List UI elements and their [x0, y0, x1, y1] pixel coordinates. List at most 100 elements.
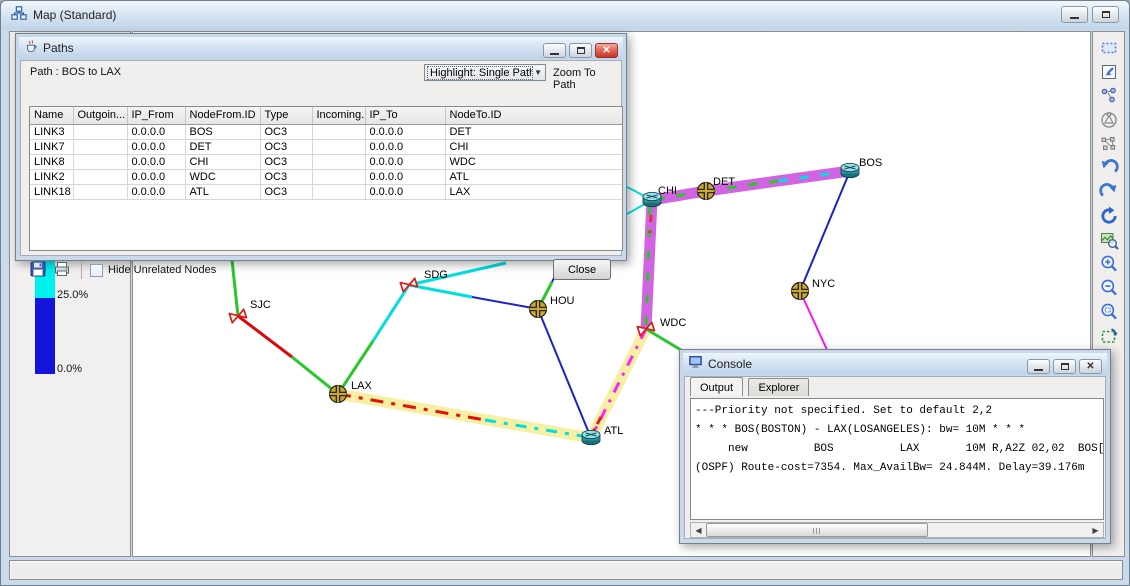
table-row[interactable]: LINK30.0.0.0BOSOC30.0.0.0DET [30, 124, 623, 139]
node-ATL[interactable] [582, 430, 600, 444]
chevron-down-icon: ▼ [533, 68, 543, 77]
table-cell: WDC [445, 154, 623, 169]
import-view-icon[interactable] [1097, 60, 1121, 84]
table-cell: 0.0.0.0 [127, 154, 185, 169]
table-cell [312, 139, 365, 154]
redo-icon[interactable] [1097, 180, 1121, 204]
node-HOU[interactable] [530, 301, 547, 318]
table-cell [73, 169, 127, 184]
paths-minimize-button[interactable] [543, 43, 566, 58]
table-cell: 0.0.0.0 [365, 139, 445, 154]
column-header[interactable]: Incoming... [312, 107, 365, 124]
table-cell [312, 184, 365, 199]
node-NYC[interactable] [792, 283, 809, 300]
console-minimize-button[interactable] [1027, 359, 1050, 374]
column-header[interactable]: IP_From [127, 107, 185, 124]
hide-unrelated-checkbox[interactable] [90, 264, 103, 277]
console-output[interactable]: ---Priority not specified. Set to defaul… [690, 398, 1104, 520]
console-line: (OSPF) Route-cost=7354. Max_AvailBw= 24.… [695, 459, 1099, 478]
reset-view-icon[interactable] [1097, 204, 1121, 228]
table-cell: ATL [185, 184, 260, 199]
node-label: CHI [658, 185, 677, 197]
table-cell: OC3 [260, 169, 312, 184]
zoom-in-icon[interactable] [1097, 252, 1121, 276]
scroll-left-icon[interactable]: ◀ [691, 523, 706, 537]
zoom-area-icon[interactable] [1097, 300, 1121, 324]
column-header[interactable]: Type [260, 107, 312, 124]
scrollbar-track[interactable] [706, 523, 1088, 537]
paths-dialog-body: Path : BOS to LAX Highlight: Single Path… [20, 60, 622, 256]
column-header[interactable]: Outgoin... [73, 107, 127, 124]
map-link[interactable] [409, 285, 472, 297]
zoom-fit-icon[interactable] [1097, 228, 1121, 252]
map-link[interactable] [373, 285, 409, 341]
tab-explorer[interactable]: Explorer [748, 378, 809, 396]
console-titlebar: Console ✕ [683, 353, 1107, 375]
paths-dialog-titlebar: Paths ✕ [19, 37, 623, 59]
paths-table: NameOutgoin...IP_FromNodeFrom.IDTypeInco… [29, 106, 623, 251]
tab-output[interactable]: Output [690, 377, 743, 396]
table-cell: OC3 [260, 154, 312, 169]
table-cell: OC3 [260, 124, 312, 139]
scroll-right-icon[interactable]: ▶ [1088, 523, 1103, 537]
marquee-select-icon[interactable] [1097, 36, 1121, 60]
table-row[interactable]: LINK80.0.0.0CHIOC30.0.0.0WDC [30, 154, 623, 169]
minimize-button[interactable] [1061, 6, 1088, 23]
horizontal-scrollbar[interactable]: ◀ ▶ [690, 522, 1104, 538]
table-row[interactable]: LINK180.0.0.0ATLOC30.0.0.0LAX [30, 184, 623, 199]
table-cell [73, 154, 127, 169]
table-cell: CHI [445, 139, 623, 154]
paths-dialog-footer: Hide Unrelated Nodes Close [29, 257, 623, 283]
node-label: WDC [660, 317, 686, 329]
column-header[interactable]: Name [30, 107, 73, 124]
map-link[interactable] [538, 309, 591, 438]
table-row[interactable]: LINK70.0.0.0DETOC30.0.0.0CHI [30, 139, 623, 154]
circle-layout-icon[interactable] [1097, 108, 1121, 132]
maximize-button[interactable] [1092, 6, 1119, 23]
node-label: DET [713, 176, 735, 188]
close-button[interactable]: Close [553, 259, 611, 280]
status-bar [9, 560, 1123, 580]
table-cell: 0.0.0.0 [365, 124, 445, 139]
column-header[interactable]: NodeFrom.ID [185, 107, 260, 124]
print-icon[interactable] [53, 260, 73, 280]
map-link[interactable] [472, 297, 538, 309]
node-DET[interactable] [698, 183, 715, 200]
paths-close-icon[interactable]: ✕ [595, 43, 618, 58]
java-icon [24, 39, 38, 58]
zoom-to-path-button[interactable]: Zoom To Path [553, 67, 621, 91]
table-cell: LAX [445, 184, 623, 199]
zoom-out-icon[interactable] [1097, 276, 1121, 300]
table-cell [312, 169, 365, 184]
paths-dialog: Paths ✕ Path : BOS to LAX Highlight: Sin… [15, 33, 627, 261]
node-LAX[interactable] [330, 386, 347, 403]
table-cell [73, 124, 127, 139]
node-label: BOS [859, 157, 882, 169]
topology-nodes-icon[interactable] [1097, 84, 1121, 108]
paths-maximize-button[interactable] [569, 43, 592, 58]
console-close-icon[interactable]: ✕ [1079, 359, 1102, 374]
table-cell: LINK8 [30, 154, 73, 169]
column-header[interactable]: IP_To [365, 107, 445, 124]
map-link[interactable] [238, 316, 292, 357]
map-window-titlebar: Map (Standard) [1, 1, 1129, 29]
scrollbar-thumb[interactable] [706, 523, 928, 537]
save-icon[interactable] [29, 260, 49, 280]
table-row[interactable]: LINK20.0.0.0WDCOC30.0.0.0ATL [30, 169, 623, 184]
map-link[interactable] [800, 171, 850, 291]
highlight-mode-value: Highlight: Single Path [427, 66, 533, 80]
table-cell [312, 154, 365, 169]
rotate-selection-icon[interactable] [1097, 324, 1121, 348]
undo-icon[interactable] [1097, 156, 1121, 180]
console-line: * * * BOS(BOSTON) - LAX(LOSANGELES): bw=… [695, 421, 1099, 440]
column-header[interactable]: NodeTo.ID [445, 107, 623, 124]
table-cell: LINK2 [30, 169, 73, 184]
console-maximize-button[interactable] [1053, 359, 1076, 374]
table-cell: LINK3 [30, 124, 73, 139]
table-cell: 0.0.0.0 [127, 139, 185, 154]
highlight-mode-dropdown[interactable]: Highlight: Single Path ▼ [424, 64, 546, 81]
map-link[interactable] [800, 291, 828, 352]
node-BOS[interactable] [841, 163, 859, 177]
table-cell: 0.0.0.0 [365, 154, 445, 169]
graph-layout-icon[interactable] [1097, 132, 1121, 156]
